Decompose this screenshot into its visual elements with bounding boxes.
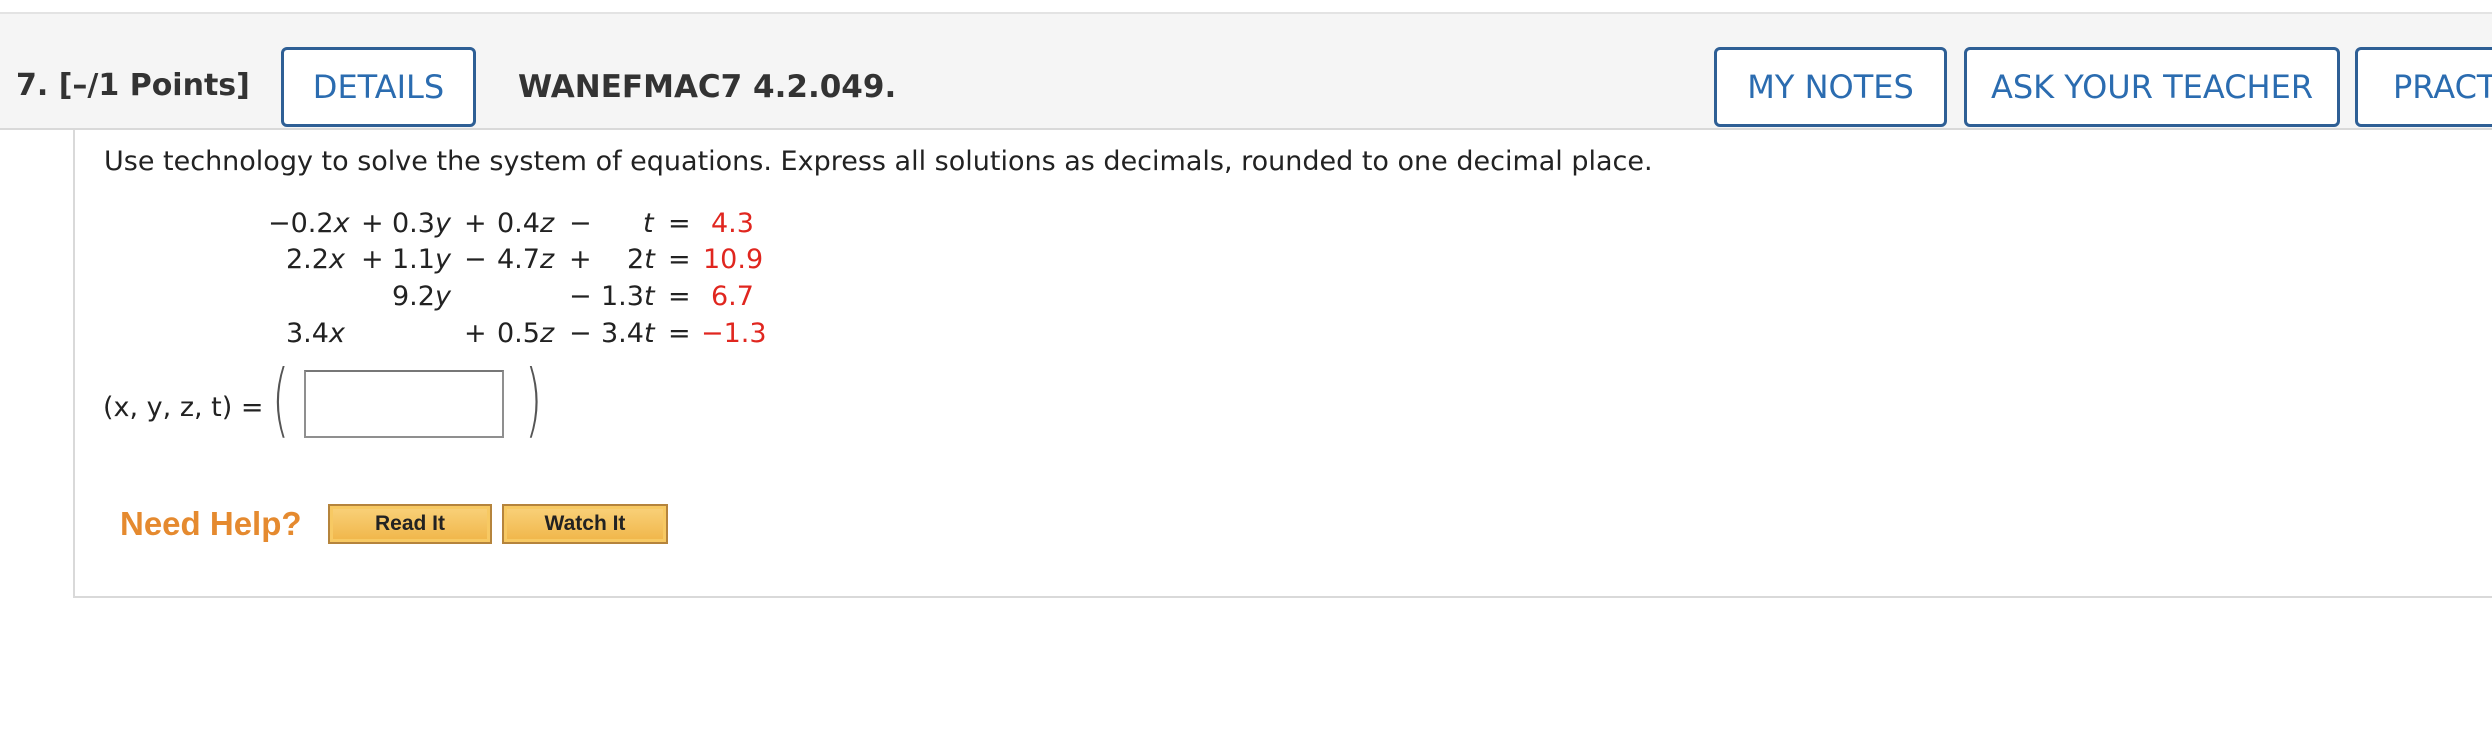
- rhs-value: 10.9: [703, 244, 764, 275]
- question-header: 7. [–/1 Points] DETAILS WANEFMAC7 4.2.04…: [0, 14, 2492, 130]
- ask-your-teacher-button[interactable]: ASK YOUR TEACHER: [1964, 47, 2340, 127]
- coef-y: 1.1y: [392, 244, 451, 275]
- answer-label: (x, y, z, t) =: [103, 392, 264, 423]
- coef-y: 0.3y: [392, 208, 451, 239]
- practice-another-button[interactable]: PRACT: [2355, 47, 2492, 127]
- equals-sign: =: [668, 244, 691, 275]
- operator: +: [361, 208, 384, 239]
- equals-sign: =: [668, 281, 691, 312]
- right-paren: ): [525, 353, 543, 446]
- watch-it-button[interactable]: Watch It: [502, 504, 668, 544]
- rhs-value: 6.7: [711, 281, 754, 312]
- question-number: 7. [–/1 Points]: [16, 68, 250, 103]
- operator: −: [569, 318, 592, 349]
- coef-z: 0.5z: [497, 318, 555, 349]
- equals-sign: =: [668, 208, 691, 239]
- coef-x: 2.2x: [286, 244, 345, 275]
- coef-t: 2t: [627, 244, 655, 275]
- problem-id: WANEFMAC7 4.2.049.: [518, 69, 897, 105]
- operator: −: [464, 244, 487, 275]
- operator: +: [361, 244, 384, 275]
- equals-sign: =: [668, 318, 691, 349]
- need-help-label: Need Help?: [120, 505, 302, 542]
- rhs-value: −1.3: [701, 318, 767, 349]
- operator: +: [464, 318, 487, 349]
- coef-t: t: [643, 208, 654, 239]
- coef-z: 0.4z: [497, 208, 555, 239]
- coef-z: 4.7z: [497, 244, 555, 275]
- operator: −: [569, 281, 592, 312]
- details-button[interactable]: DETAILS: [281, 47, 476, 127]
- read-it-button[interactable]: Read It: [328, 504, 492, 544]
- question-instructions: Use technology to solve the system of eq…: [104, 146, 1653, 177]
- operator: +: [464, 208, 487, 239]
- coef-x: 3.4x: [286, 318, 345, 349]
- left-paren: (: [272, 353, 290, 446]
- coef-x: −0.2x: [268, 208, 350, 239]
- coef-t: 3.4t: [601, 318, 655, 349]
- my-notes-button[interactable]: MY NOTES: [1714, 47, 1947, 127]
- coef-t: 1.3t: [601, 281, 655, 312]
- answer-input[interactable]: [304, 370, 504, 438]
- operator: +: [569, 244, 592, 275]
- coef-y: 9.2y: [392, 281, 451, 312]
- rhs-value: 4.3: [711, 208, 754, 239]
- operator: −: [569, 208, 592, 239]
